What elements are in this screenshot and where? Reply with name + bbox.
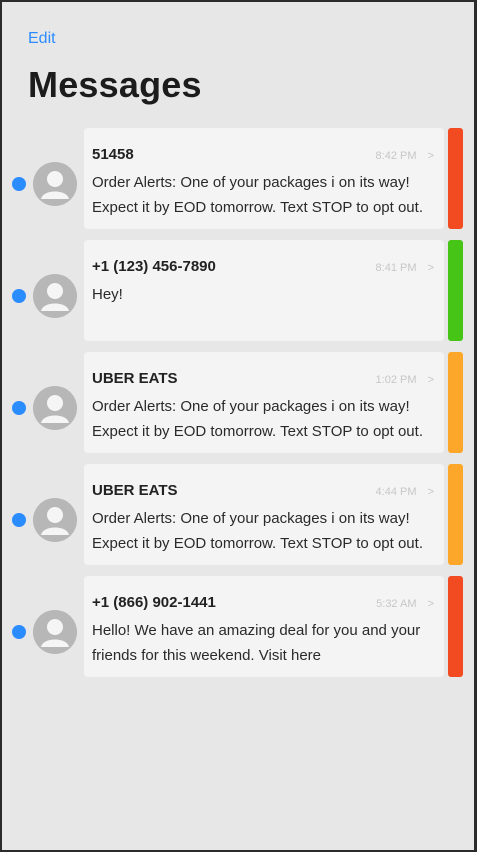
message-row[interactable]: +1 (866) 902-1441 5:32 AM > Hello! We ha… <box>2 576 474 677</box>
avatar-icon[interactable] <box>33 386 77 430</box>
sender-name: 51458 <box>92 146 134 163</box>
unread-dot <box>12 177 26 191</box>
message-card[interactable]: UBER EATS 1:02 PM > Order Alerts: One of… <box>84 352 444 453</box>
messages-screen: Edit Messages 51458 8:42 PM > Order Aler… <box>2 2 474 850</box>
sender-name: +1 (866) 902-1441 <box>92 594 216 611</box>
status-indicator <box>448 464 463 565</box>
sender-name: UBER EATS <box>92 370 178 387</box>
sender-name: UBER EATS <box>92 482 178 499</box>
unread-dot <box>12 513 26 527</box>
message-row[interactable]: UBER EATS 1:02 PM > Order Alerts: One of… <box>2 352 474 453</box>
chevron-right-icon: > <box>427 374 434 386</box>
unread-dot <box>12 401 26 415</box>
avatar-icon[interactable] <box>33 610 77 654</box>
message-preview: Order Alerts: One of your packages i on … <box>92 398 423 440</box>
message-card[interactable]: +1 (123) 456-7890 8:41 PM > Hey! <box>84 240 444 341</box>
status-indicator <box>448 128 463 229</box>
message-card[interactable]: +1 (866) 902-1441 5:32 AM > Hello! We ha… <box>84 576 444 677</box>
message-preview: Hey! <box>92 286 123 303</box>
page-title: Messages <box>28 64 202 105</box>
avatar-icon[interactable] <box>33 498 77 542</box>
chevron-right-icon: > <box>427 150 434 162</box>
message-time: 8:42 PM <box>375 150 417 162</box>
chevron-right-icon: > <box>427 486 434 498</box>
chevron-right-icon: > <box>427 598 434 610</box>
unread-dot <box>12 289 26 303</box>
message-row[interactable]: UBER EATS 4:44 PM > Order Alerts: One of… <box>2 464 474 565</box>
message-row[interactable]: 51458 8:42 PM > Order Alerts: One of you… <box>2 128 474 229</box>
message-preview: Hello! We have an amazing deal for you a… <box>92 622 421 664</box>
avatar-icon[interactable] <box>33 274 77 318</box>
message-preview: Order Alerts: One of your packages i on … <box>92 174 423 216</box>
sender-name: +1 (123) 456-7890 <box>92 258 216 275</box>
message-time: 8:41 PM <box>375 262 417 274</box>
edit-button[interactable]: Edit <box>28 30 56 48</box>
unread-dot <box>12 625 26 639</box>
avatar-icon[interactable] <box>33 162 77 206</box>
status-indicator <box>448 352 463 453</box>
message-card[interactable]: UBER EATS 4:44 PM > Order Alerts: One of… <box>84 464 444 565</box>
status-indicator <box>448 576 463 677</box>
message-preview: Order Alerts: One of your packages i on … <box>92 510 423 552</box>
message-row[interactable]: +1 (123) 456-7890 8:41 PM > Hey! <box>2 240 474 341</box>
message-time: 5:32 AM <box>376 598 417 610</box>
message-time: 1:02 PM <box>375 374 417 386</box>
status-indicator <box>448 240 463 341</box>
message-card[interactable]: 51458 8:42 PM > Order Alerts: One of you… <box>84 128 444 229</box>
message-time: 4:44 PM <box>375 486 417 498</box>
message-list: 51458 8:42 PM > Order Alerts: One of you… <box>2 128 474 688</box>
chevron-right-icon: > <box>427 262 434 274</box>
